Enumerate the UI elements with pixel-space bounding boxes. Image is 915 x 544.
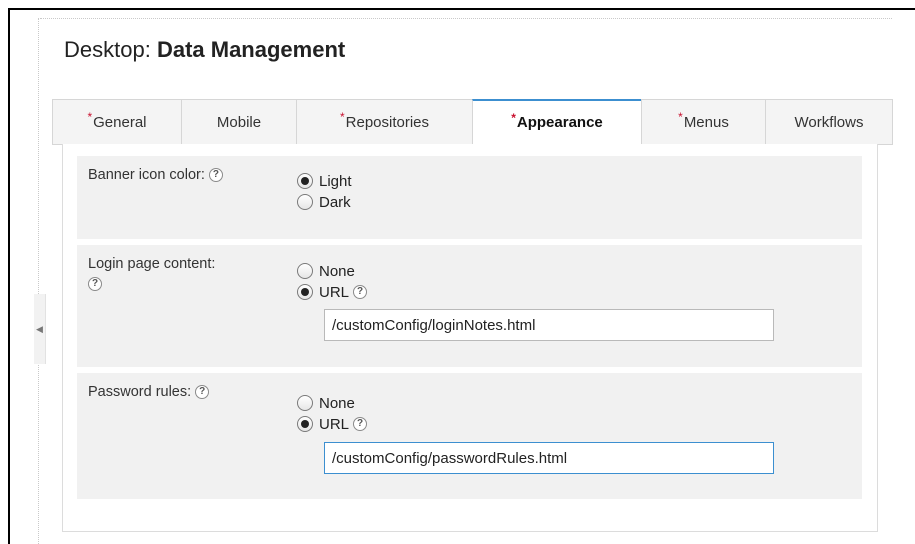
password-rules-label: Password rules: ? [88,382,210,402]
tab-label: Appearance [516,114,603,131]
tab-appearance[interactable]: * Appearance [472,99,642,145]
radio-button[interactable] [297,395,313,411]
radio-option-light[interactable]: Light [297,171,352,191]
tab-label: Menus [683,113,729,131]
help-icon[interactable]: ? [208,168,223,183]
required-marker: * [87,110,93,124]
page-title-name: Data Management [156,37,346,62]
radio-label: URL [319,415,350,433]
banner-icon-color-section: Banner icon color: ? Light Dark [77,156,862,239]
login-page-content-section: Login page content: ? None URL ? [77,245,862,367]
required-marker: * [339,110,345,124]
required-marker: * [511,110,516,125]
radio-option-url[interactable]: URL ? [297,282,368,302]
radio-button[interactable] [297,284,313,300]
radio-label: Dark [319,193,351,211]
tab-repositories[interactable]: * Repositories [296,99,473,145]
password-rules-url-input[interactable] [324,442,774,474]
tab-label: Repositories [345,113,430,131]
login-page-content-label: Login page content: ? [88,254,215,294]
radio-label: None [319,262,355,280]
tab-menus[interactable]: * Menus [641,99,766,145]
tab-bar: * General Mobile * Repositories * Appear… [52,99,893,145]
help-icon[interactable]: ? [353,285,368,299]
page-top-border [40,18,892,19]
radio-option-dark[interactable]: Dark [297,192,351,212]
radio-label: URL [319,283,350,301]
radio-label: None [319,394,355,412]
help-icon[interactable]: ? [88,277,102,292]
tab-label: Workflows [794,113,864,131]
tab-workflows[interactable]: Workflows [765,99,893,145]
page-left-border [38,18,39,544]
tab-general[interactable]: * General [52,99,182,145]
radio-button[interactable] [297,416,313,432]
radio-button[interactable] [297,194,313,210]
password-rules-label-text: Password rules: [88,384,192,400]
tab-mobile[interactable]: Mobile [181,99,297,145]
chevron-left-icon: ◀ [36,323,43,334]
radio-label: Light [319,172,352,190]
radio-option-none[interactable]: None [297,261,355,281]
tab-label: Mobile [216,113,262,131]
page-title-prefix: Desktop: [64,37,151,62]
login-url-input[interactable] [324,309,774,341]
radio-button[interactable] [297,173,313,189]
banner-icon-color-label: Banner icon color: ? [88,165,223,185]
page-title: Desktop: Data Management [64,37,345,63]
password-rules-section: Password rules: ? None URL ? [77,373,862,499]
login-page-content-label-text: Login page content: [88,256,216,272]
radio-option-url[interactable]: URL ? [297,414,368,434]
banner-icon-color-label-text: Banner icon color: [88,167,205,183]
help-icon[interactable]: ? [353,417,368,431]
radio-button[interactable] [297,263,313,279]
collapse-panel-handle[interactable]: ◀ [34,294,46,364]
required-marker: * [678,110,683,124]
help-icon[interactable]: ? [195,385,210,400]
radio-option-none[interactable]: None [297,393,355,413]
tab-label: General [93,113,147,131]
